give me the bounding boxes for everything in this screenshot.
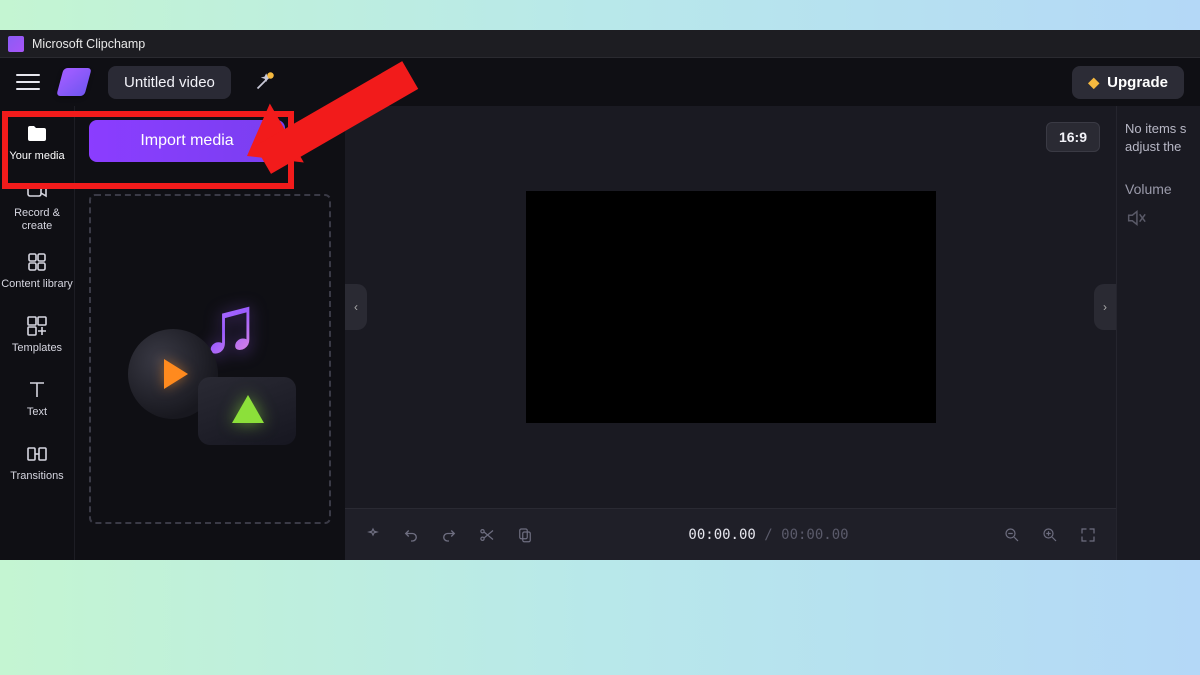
- undo-button[interactable]: [401, 525, 421, 545]
- fit-button[interactable]: [1078, 525, 1098, 545]
- text-icon: [25, 378, 49, 402]
- sidebar-label: Record & create: [0, 207, 74, 232]
- sidebar-item-transitions[interactable]: Transitions: [0, 430, 74, 494]
- properties-panel: No items s adjust the Volume: [1116, 106, 1200, 560]
- magic-tool-button[interactable]: [295, 123, 331, 159]
- upgrade-label: Upgrade: [1107, 74, 1168, 91]
- sidebar-label: Text: [27, 406, 47, 419]
- video-canvas[interactable]: [526, 191, 936, 423]
- sidebar-label: Your media: [9, 150, 64, 163]
- sidebar-item-text[interactable]: Text: [0, 366, 74, 430]
- titlebar: Microsoft Clipchamp: [0, 30, 1200, 58]
- app-icon: [8, 36, 24, 52]
- library-icon: [25, 250, 49, 274]
- project-title-input[interactable]: Untitled video: [108, 66, 231, 99]
- sidebar-item-content-library[interactable]: Content library: [0, 238, 74, 302]
- sidebar-item-your-media[interactable]: Your media: [0, 110, 74, 174]
- sidebar-item-record-create[interactable]: Record & create: [0, 174, 74, 238]
- timeline-toolbar: 00:00.00 / 00:00.00: [345, 508, 1116, 560]
- properties-hint: No items s adjust the: [1125, 120, 1192, 155]
- sidebar: Your media Record & create Content libra…: [0, 106, 75, 560]
- magic-disabled-icon[interactable]: [251, 69, 277, 95]
- timecode-current: 00:00.00: [688, 527, 755, 543]
- folder-icon: [25, 122, 49, 146]
- panel-collapse-right[interactable]: ›: [1094, 284, 1116, 330]
- camera-icon: [25, 179, 49, 203]
- templates-icon: [25, 314, 49, 338]
- transitions-icon: [25, 442, 49, 466]
- editor-area: 16:9 ‹ › 00:00.00 / 00:00.00: [345, 106, 1116, 560]
- sidebar-item-templates[interactable]: Templates: [0, 302, 74, 366]
- top-toolbar: Untitled video ◆ Upgrade: [0, 58, 1200, 106]
- import-media-button[interactable]: Import media: [89, 120, 285, 162]
- logo-icon: [56, 68, 92, 96]
- media-placeholder-illustration: ♫: [120, 269, 300, 449]
- media-panel: Import media ♫: [75, 106, 345, 560]
- timecode-display: 00:00.00 / 00:00.00: [553, 527, 984, 543]
- aspect-ratio-button[interactable]: 16:9: [1046, 122, 1100, 152]
- media-drop-area[interactable]: ♫: [89, 194, 331, 524]
- upgrade-button[interactable]: ◆ Upgrade: [1072, 66, 1184, 99]
- preview-area: 16:9 ‹ ›: [345, 106, 1116, 508]
- clip-icon: [198, 377, 296, 445]
- volume-label: Volume: [1125, 181, 1192, 197]
- app-window: Microsoft Clipchamp Untitled video ◆ Upg…: [0, 30, 1200, 560]
- menu-button[interactable]: [16, 70, 40, 94]
- sidebar-label: Content library: [1, 278, 73, 291]
- sparkle-tool[interactable]: [363, 525, 383, 545]
- sidebar-label: Templates: [12, 342, 62, 355]
- copy-button[interactable]: [515, 525, 535, 545]
- timecode-separator: /: [756, 527, 781, 543]
- zoom-out-button[interactable]: [1002, 525, 1022, 545]
- diamond-icon: ◆: [1088, 74, 1099, 91]
- sidebar-label: Transitions: [10, 470, 63, 483]
- mute-icon[interactable]: [1125, 207, 1147, 229]
- panel-collapse-left[interactable]: ‹: [345, 284, 367, 330]
- redo-button[interactable]: [439, 525, 459, 545]
- timecode-total: 00:00.00: [781, 527, 848, 543]
- split-button[interactable]: [477, 525, 497, 545]
- zoom-in-button[interactable]: [1040, 525, 1060, 545]
- titlebar-text: Microsoft Clipchamp: [32, 37, 145, 51]
